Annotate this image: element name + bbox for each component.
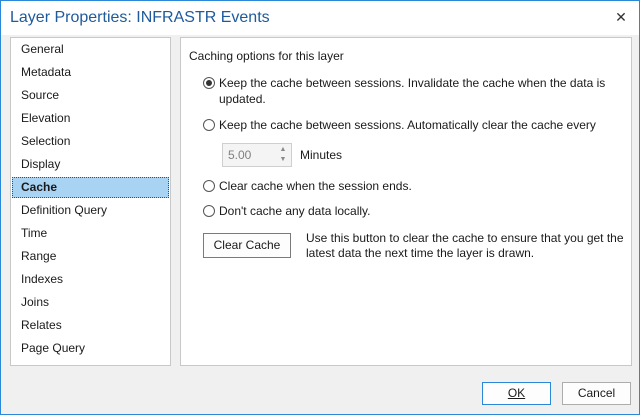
- option-label: Keep the cache between sessions. Invalid…: [219, 76, 606, 106]
- option-no-cache[interactable]: Don't cache any data locally.: [203, 203, 619, 219]
- sidebar-item-source[interactable]: Source: [12, 85, 169, 106]
- option-clear-session-end[interactable]: Clear cache when the session ends.: [203, 178, 619, 194]
- dialog-title: Layer Properties: INFRASTR Events: [10, 9, 270, 26]
- clear-interval-stepper[interactable]: 5.00 ▲ ▼: [222, 143, 292, 167]
- sidebar-item-general[interactable]: General: [12, 39, 169, 60]
- property-page-list: General Metadata Source Elevation Select…: [10, 37, 171, 366]
- cancel-button[interactable]: Cancel: [562, 382, 631, 405]
- radio-button[interactable]: [203, 119, 215, 131]
- radio-button[interactable]: [203, 180, 215, 192]
- cache-settings-panel: Caching options for this layer Keep the …: [180, 37, 632, 366]
- interval-value: 5.00: [228, 148, 252, 162]
- spin-up-icon[interactable]: ▲: [277, 145, 289, 155]
- caching-options-heading: Caching options for this layer: [189, 49, 344, 63]
- sidebar-item-joins[interactable]: Joins: [12, 292, 169, 313]
- layer-properties-dialog: Layer Properties: INFRASTR Events ✕ Gene…: [0, 0, 640, 415]
- title-bar: Layer Properties: INFRASTR Events ✕: [1, 1, 639, 35]
- sidebar-item-display[interactable]: Display: [12, 154, 169, 175]
- sidebar-item-definition-query[interactable]: Definition Query: [12, 200, 169, 221]
- spin-down-icon[interactable]: ▼: [277, 155, 289, 165]
- radio-button[interactable]: [203, 205, 215, 217]
- close-icon[interactable]: ✕: [611, 7, 631, 27]
- option-keep-auto-clear[interactable]: Keep the cache between sessions. Automat…: [203, 117, 619, 133]
- clear-cache-button[interactable]: Clear Cache: [203, 233, 291, 258]
- sidebar-item-time[interactable]: Time: [12, 223, 169, 244]
- option-label: Keep the cache between sessions. Automat…: [219, 118, 596, 132]
- sidebar-item-indexes[interactable]: Indexes: [12, 269, 169, 290]
- sidebar-item-selection[interactable]: Selection: [12, 131, 169, 152]
- sidebar-item-range[interactable]: Range: [12, 246, 169, 267]
- radio-button-checked[interactable]: [203, 77, 215, 89]
- sidebar-item-metadata[interactable]: Metadata: [12, 62, 169, 83]
- option-label: Clear cache when the session ends.: [219, 179, 412, 193]
- sidebar-item-cache[interactable]: Cache: [12, 177, 169, 198]
- sidebar-item-page-query[interactable]: Page Query: [12, 338, 169, 359]
- option-label: Don't cache any data locally.: [219, 204, 371, 218]
- ok-button[interactable]: OK: [482, 382, 551, 405]
- option-keep-invalidate[interactable]: Keep the cache between sessions. Invalid…: [203, 75, 619, 107]
- clear-cache-help-text: Use this button to clear the cache to en…: [306, 231, 624, 260]
- ok-button-label: OK: [507, 386, 526, 400]
- sidebar-item-elevation[interactable]: Elevation: [12, 108, 169, 129]
- sidebar-item-relates[interactable]: Relates: [12, 315, 169, 336]
- interval-unit-label: Minutes: [300, 148, 343, 162]
